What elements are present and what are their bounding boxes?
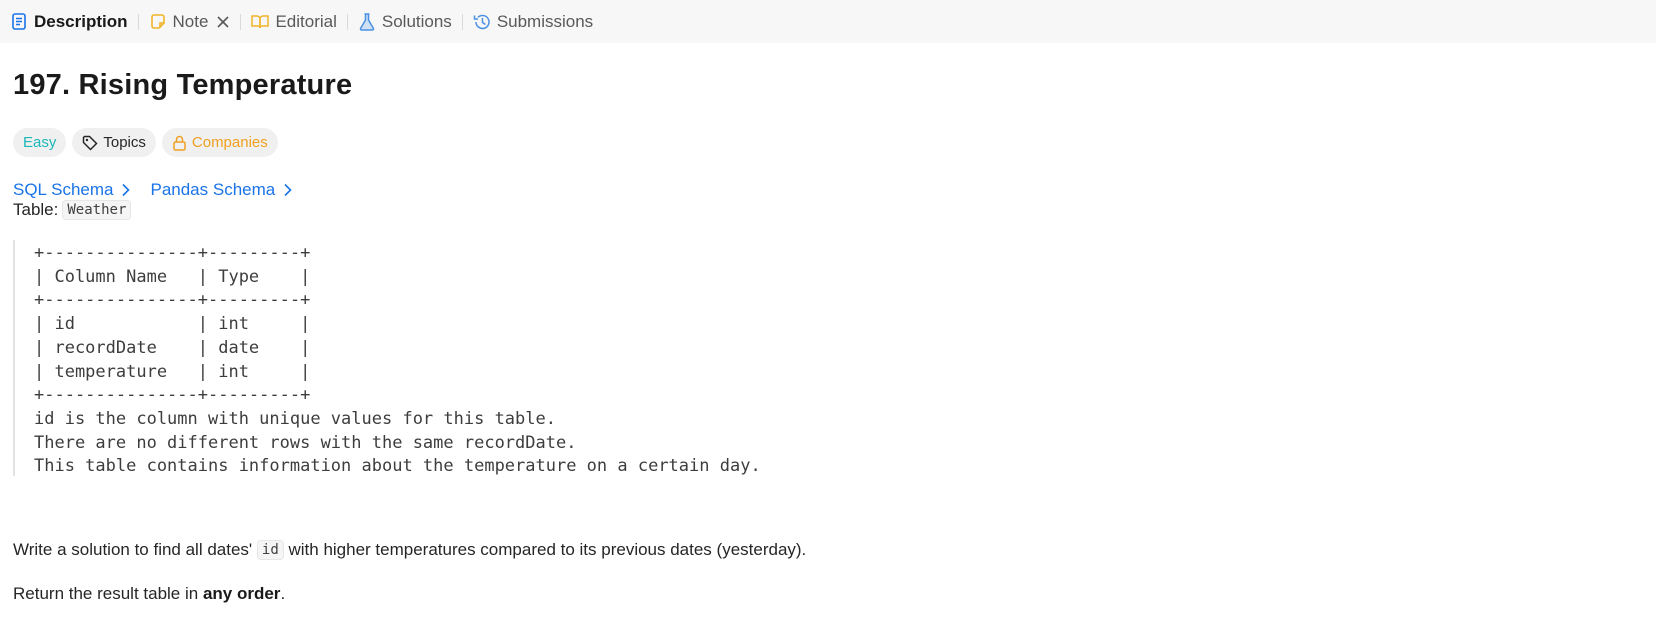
- table-label: Table:: [13, 200, 59, 219]
- flask-icon: [358, 12, 376, 31]
- lock-icon: [173, 135, 186, 151]
- tab-divider: [346, 13, 348, 30]
- chevron-right-icon: [284, 183, 292, 197]
- table-name-line: Table: Weather: [13, 200, 132, 220]
- task-text-after: with higher temperatures compared to its…: [283, 540, 807, 559]
- id-code: id: [256, 540, 284, 560]
- tab-label: Editorial: [275, 11, 337, 31]
- tab-divider: [461, 13, 463, 30]
- difficulty-badge: Easy: [13, 128, 67, 157]
- schema-code-block: +---------------+---------+ | Column Nam…: [13, 240, 913, 476]
- topics-button[interactable]: Topics: [72, 128, 156, 157]
- tab-description[interactable]: Description: [10, 0, 128, 43]
- description-icon: [10, 13, 28, 31]
- companies-label: Companies: [191, 134, 268, 151]
- note-icon: [149, 13, 167, 31]
- tab-divider: [137, 13, 139, 30]
- tab-submissions[interactable]: Submissions: [473, 0, 593, 43]
- pandas-schema-label: Pandas Schema: [150, 180, 276, 199]
- history-icon: [473, 13, 491, 31]
- tab-bar: Description Note Editorial Solutions Sub…: [0, 0, 1656, 43]
- sql-schema-link[interactable]: SQL Schema: [13, 180, 131, 200]
- tag-icon: [83, 135, 98, 151]
- chevron-right-icon: [122, 183, 131, 197]
- task-paragraph: Write a solution to find all dates' id w…: [13, 540, 806, 560]
- pandas-schema-link[interactable]: Pandas Schema: [150, 180, 292, 200]
- order-bold-text: any order: [202, 584, 281, 603]
- schema-text: +---------------+---------+ | Column Nam…: [34, 243, 761, 477]
- tab-editorial[interactable]: Editorial: [251, 0, 337, 43]
- problem-title: 197. Rising Temperature: [13, 69, 353, 101]
- order-text-before: Return the result table in: [13, 584, 203, 603]
- tab-label: Submissions: [496, 11, 594, 31]
- task-text-before: Write a solution to find all dates': [13, 540, 257, 559]
- problem-tags: Easy Topics Companies: [13, 128, 278, 157]
- tab-note[interactable]: Note: [149, 0, 231, 43]
- difficulty-label: Easy: [23, 134, 57, 151]
- table-name-code: Weather: [62, 200, 132, 220]
- book-icon: [251, 13, 270, 31]
- sql-schema-label: SQL Schema: [13, 180, 114, 199]
- order-text-after: .: [280, 584, 286, 603]
- tab-solutions[interactable]: Solutions: [358, 0, 452, 43]
- tab-label: Note: [172, 11, 209, 31]
- schema-links: SQL Schema Pandas Schema: [13, 180, 292, 200]
- order-paragraph: Return the result table in any order.: [13, 584, 285, 604]
- topics-label: Topics: [103, 134, 146, 151]
- tab-label: Description: [34, 11, 128, 31]
- close-icon[interactable]: [216, 15, 230, 29]
- companies-button[interactable]: Companies: [161, 128, 278, 157]
- tab-label: Solutions: [381, 11, 452, 31]
- tab-divider: [240, 13, 242, 30]
